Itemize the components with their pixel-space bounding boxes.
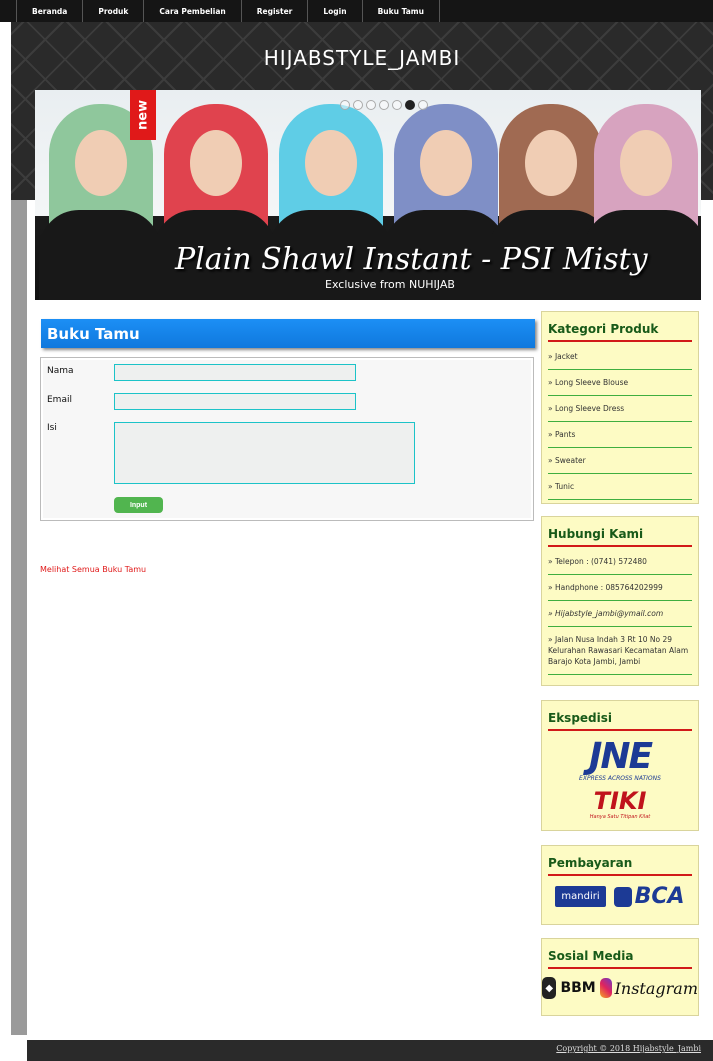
new-badge: new (130, 90, 156, 140)
shipping-title: Ekspedisi (548, 711, 692, 731)
slider-dot[interactable] (379, 100, 389, 110)
view-all-guestbook-link[interactable]: Melihat Semua Buku Tamu (40, 565, 146, 574)
jne-tagline: EXPRESS ACROSS NATIONS (579, 775, 661, 782)
category-item-long-sleeve-dress[interactable]: » Long Sleeve Dress (548, 396, 692, 422)
slider-dot[interactable] (418, 100, 428, 110)
copyright-text: Copyright © 2018 Hijabstyle_Jambi (556, 1044, 701, 1053)
guestbook-form: Nama Email Isi Input (40, 357, 534, 521)
contact-handphone: » Handphone : 085764202999 (548, 575, 692, 601)
category-item-long-sleeve-blouse[interactable]: » Long Sleeve Blouse (548, 370, 692, 396)
jne-logo: JNE (588, 736, 653, 777)
site-title: HIJABSTYLE_JAMBI (263, 46, 461, 70)
banner-subcaption: Exclusive from NUHIJAB (325, 278, 455, 291)
instagram-icon[interactable] (599, 978, 612, 998)
tiki-logo: TIKI (593, 787, 647, 815)
nav-beranda[interactable]: Beranda (16, 0, 84, 22)
message-label: Isi (47, 423, 57, 433)
bca-logo: BCA (634, 884, 685, 909)
payment-title: Pembayaran (548, 856, 692, 876)
nav-cara-pembelian[interactable]: Cara Pembelian (143, 0, 242, 22)
category-item-jacket[interactable]: » Jacket (548, 344, 692, 370)
payment-box: Pembayaran mandiri BCA (541, 845, 699, 925)
category-item-tunic[interactable]: » Tunic (548, 474, 692, 500)
slider-dot-active[interactable] (405, 100, 415, 110)
banner-caption: Plain Shawl Instant - PSI Misty (175, 242, 648, 277)
category-box: Kategori Produk » Jacket » Long Sleeve B… (541, 311, 699, 504)
instagram-label: Instagram (614, 978, 698, 998)
category-title: Kategori Produk (548, 322, 692, 342)
slider-dots (340, 100, 428, 110)
contact-phone: » Telepon : (0741) 572480 (548, 549, 692, 575)
top-navigation: Beranda Produk Cara Pembelian Register L… (0, 0, 713, 22)
contact-address: » Jalan Nusa Indah 3 Rt 10 No 29 Kelurah… (548, 627, 692, 675)
social-title: Sosial Media (548, 949, 692, 969)
bbm-icon[interactable]: ◆ (542, 977, 557, 999)
bca-icon (613, 886, 632, 907)
contact-title: Hubungi Kami (548, 527, 692, 547)
nav-buku-tamu[interactable]: Buku Tamu (361, 0, 440, 22)
slider-dot[interactable] (392, 100, 402, 110)
shipping-box: Ekspedisi JNE EXPRESS ACROSS NATIONS TIK… (541, 700, 699, 831)
category-item-sweater[interactable]: » Sweater (548, 448, 692, 474)
slider-dot[interactable] (340, 100, 350, 110)
email-field[interactable] (114, 393, 356, 410)
page-title: Buku Tamu (41, 319, 535, 348)
category-item-pants[interactable]: » Pants (548, 422, 692, 448)
slider-dot[interactable] (353, 100, 363, 110)
input-button[interactable]: Input (114, 497, 163, 513)
nav-login[interactable]: Login (307, 0, 363, 22)
social-box: Sosial Media ◆ BBM Instagram (541, 938, 699, 1016)
side-strip (11, 200, 27, 1035)
tiki-logo-wrap: TIKI Hanya Satu Titipan Kilat (542, 788, 698, 820)
email-label: Email (47, 395, 72, 405)
contact-box: Hubungi Kami » Telepon : (0741) 572480 »… (541, 516, 699, 686)
mandiri-logo: mandiri (555, 886, 606, 907)
tiki-tagline: Hanya Satu Titipan Kilat (589, 814, 651, 820)
nav-register[interactable]: Register (240, 0, 309, 22)
slider-dot[interactable] (366, 100, 376, 110)
message-field[interactable] (114, 422, 415, 484)
banner-slider[interactable]: new Plain Shawl Instant - PSI Misty Excl… (35, 90, 701, 300)
bbm-label: BBM (560, 980, 596, 996)
jne-logo-wrap: JNE EXPRESS ACROSS NATIONS (542, 736, 698, 783)
site-footer: Copyright © 2018 Hijabstyle_Jambi (27, 1040, 713, 1061)
name-label: Nama (47, 366, 74, 376)
name-field[interactable] (114, 364, 356, 381)
contact-email[interactable]: » Hijabstyle_jambi@ymail.com (548, 601, 692, 627)
nav-produk[interactable]: Produk (82, 0, 145, 22)
